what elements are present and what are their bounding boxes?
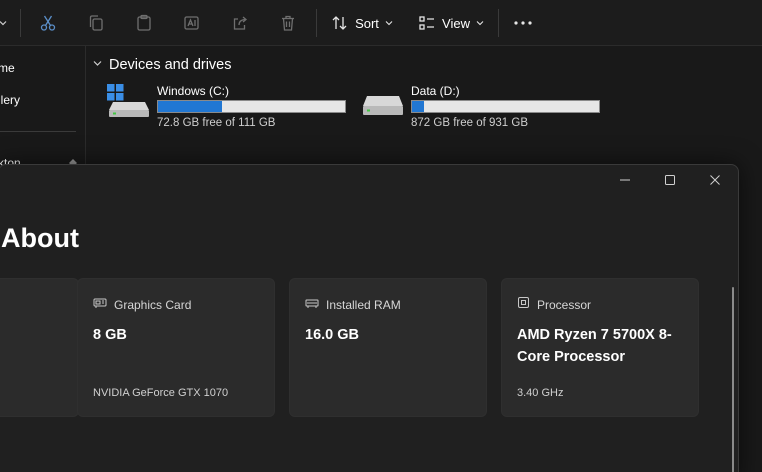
drive-windows-c[interactable]: Windows (C:) 72.8 GB free of 111 GB xyxy=(107,84,352,132)
view-button[interactable]: View xyxy=(417,9,485,37)
chevron-down-icon xyxy=(0,18,8,28)
card-subtext: 3.40 GHz xyxy=(517,387,564,399)
scrollbar[interactable] xyxy=(732,287,734,472)
maximize-icon xyxy=(664,173,676,191)
nav-divider xyxy=(0,131,76,132)
spec-card-processor: Processor AMD Ryzen 7 5700X 8-Core Proce… xyxy=(501,278,699,417)
devices-section-header[interactable]: Devices and drives xyxy=(92,56,232,74)
minimize-icon xyxy=(619,173,631,191)
spec-card-partial xyxy=(0,278,79,417)
view-icon xyxy=(418,14,436,32)
new-dropdown-button[interactable] xyxy=(0,9,10,37)
drive-name: Data (D:) xyxy=(411,84,460,98)
more-icon xyxy=(513,20,533,26)
chevron-down-icon xyxy=(476,19,484,27)
drive-usage-bar xyxy=(157,100,346,113)
windows-drive-icon xyxy=(107,84,151,125)
more-options-button[interactable] xyxy=(510,9,536,37)
card-value: 16.0 GB xyxy=(305,327,359,343)
nav-item-label: llery xyxy=(0,93,21,107)
paste-button[interactable] xyxy=(132,9,156,37)
navigation-pane: me llery kton xyxy=(0,46,86,176)
sort-label: Sort xyxy=(355,15,379,31)
nav-item-label: me xyxy=(0,61,15,75)
nav-item-gallery[interactable]: llery xyxy=(0,93,20,107)
card-label: Graphics Card xyxy=(114,298,192,312)
drive-usage-fill xyxy=(158,101,223,112)
card-value: 8 GB xyxy=(93,327,127,343)
spec-card-graphics: Graphics Card 8 GB NVIDIA GeForce GTX 10… xyxy=(77,278,275,417)
drive-free-space: 72.8 GB free of 111 GB xyxy=(157,117,276,129)
card-label: Processor xyxy=(537,298,592,312)
settings-window: About Graphics Card 8 GB NVIDIA GeForce … xyxy=(0,164,739,472)
page-title: About xyxy=(1,223,79,253)
paste-icon xyxy=(135,14,153,32)
hard-drive-icon xyxy=(361,84,405,125)
nav-item-home[interactable]: me xyxy=(0,61,15,75)
toolbar-separator xyxy=(316,9,317,37)
rename-button[interactable] xyxy=(180,9,204,37)
toolbar-separator xyxy=(498,9,499,37)
processor-icon xyxy=(517,296,530,314)
chevron-down-icon xyxy=(385,19,393,27)
sort-icon xyxy=(331,14,349,32)
ram-icon xyxy=(305,296,319,314)
card-value: AMD Ryzen 7 5700X 8-Core Processor xyxy=(517,327,672,365)
cut-icon xyxy=(39,14,57,32)
devices-title: Devices and drives xyxy=(109,57,232,73)
toolbar-separator xyxy=(20,9,21,37)
close-button[interactable] xyxy=(695,171,735,193)
card-subtext: NVIDIA GeForce GTX 1070 xyxy=(93,387,229,399)
cut-button[interactable] xyxy=(36,9,60,37)
share-button[interactable] xyxy=(228,9,252,37)
share-icon xyxy=(231,14,249,32)
drive-data-d[interactable]: Data (D:) 872 GB free of 931 GB xyxy=(361,84,606,132)
rename-icon xyxy=(183,14,201,32)
drive-free-space: 872 GB free of 931 GB xyxy=(411,117,528,129)
copy-button[interactable] xyxy=(84,9,108,37)
explorer-toolbar: Sort View xyxy=(0,0,762,46)
drive-usage-fill xyxy=(412,101,424,112)
delete-button[interactable] xyxy=(276,9,300,37)
minimize-button[interactable] xyxy=(605,171,645,193)
graphics-card-icon xyxy=(93,296,107,314)
drive-name: Windows (C:) xyxy=(157,84,230,98)
card-label: Installed RAM xyxy=(326,298,401,312)
sort-button[interactable]: Sort xyxy=(330,9,394,37)
chevron-down-icon xyxy=(92,56,103,74)
maximize-button[interactable] xyxy=(650,171,690,193)
drive-usage-bar xyxy=(411,100,600,113)
delete-icon xyxy=(279,14,297,32)
view-label: View xyxy=(442,15,470,31)
close-icon xyxy=(709,173,721,191)
spec-card-ram: Installed RAM 16.0 GB xyxy=(289,278,487,417)
copy-icon xyxy=(87,14,105,32)
